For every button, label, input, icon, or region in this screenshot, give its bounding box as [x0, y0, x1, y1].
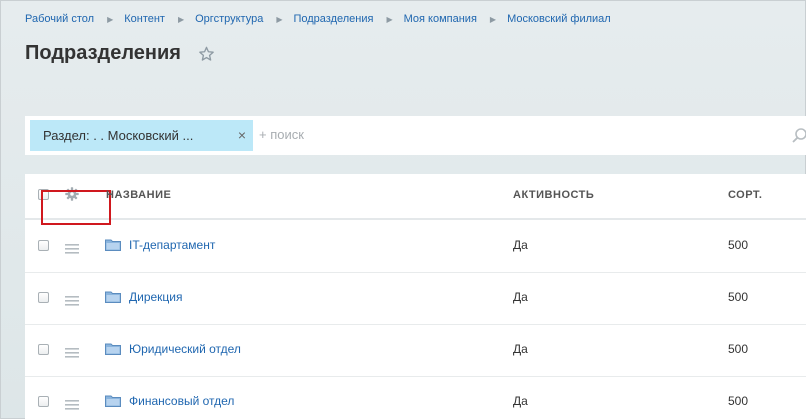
- filter-chip-label: Раздел: . . Московский ...: [43, 128, 194, 143]
- close-icon[interactable]: ×: [238, 128, 246, 142]
- sections-table: НАЗВАНИЕ АКТИВНОСТЬ СОРТ. IT-департамент…: [25, 174, 806, 419]
- breadcrumb-separator-icon: ▶: [386, 14, 393, 24]
- sort-cell: 500: [728, 290, 749, 304]
- breadcrumb: Рабочий стол ▶ Контент ▶ Оргструктура ▶ …: [25, 13, 611, 25]
- table-row[interactable]: IT-департамент Да 500: [25, 220, 806, 273]
- breadcrumb-separator-icon: ▶: [489, 14, 497, 24]
- table-header-row: НАЗВАНИЕ АКТИВНОСТЬ СОРТ.: [25, 174, 806, 225]
- folder-icon: [105, 238, 121, 256]
- section-name-link[interactable]: IT-департамент: [129, 238, 215, 252]
- row-checkbox[interactable]: [38, 240, 49, 251]
- breadcrumb-separator-icon: ▶: [276, 14, 283, 24]
- active-cell: Да: [513, 290, 528, 304]
- column-header-active[interactable]: АКТИВНОСТЬ: [513, 189, 594, 201]
- column-header-sort[interactable]: СОРТ.: [728, 189, 762, 201]
- row-checkbox[interactable]: [38, 292, 49, 303]
- section-name-link[interactable]: Дирекция: [129, 290, 183, 304]
- search-input[interactable]: + поиск: [259, 127, 304, 142]
- section-name-link[interactable]: Финансовый отдел: [129, 394, 234, 408]
- table-row[interactable]: Финансовый отдел Да 500: [25, 376, 806, 419]
- gear-icon[interactable]: [41, 187, 111, 225]
- folder-icon: [105, 394, 121, 412]
- drag-handle-icon[interactable]: [65, 293, 79, 311]
- breadcrumb-item[interactable]: Моя компания: [404, 13, 477, 25]
- drag-handle-icon[interactable]: [65, 345, 79, 363]
- active-cell: Да: [513, 394, 528, 408]
- drag-handle-icon[interactable]: [65, 397, 79, 415]
- section-name-link[interactable]: Юридический отдел: [129, 342, 241, 356]
- filter-chip-section[interactable]: Раздел: . . Московский ... ×: [30, 120, 253, 151]
- column-header-name[interactable]: НАЗВАНИЕ: [106, 189, 171, 201]
- active-cell: Да: [513, 238, 528, 252]
- breadcrumb-item[interactable]: Подразделения: [293, 13, 373, 25]
- folder-icon: [105, 290, 121, 308]
- sort-cell: 500: [728, 238, 749, 252]
- table-row[interactable]: Юридический отдел Да 500: [25, 324, 806, 377]
- breadcrumb-separator-icon: ▶: [177, 14, 185, 24]
- breadcrumb-item[interactable]: Контент: [124, 13, 165, 25]
- breadcrumb-item[interactable]: Московский филиал: [507, 13, 611, 25]
- active-cell: Да: [513, 342, 528, 356]
- drag-handle-icon[interactable]: [65, 241, 79, 259]
- sort-cell: 500: [728, 394, 749, 408]
- search-icon[interactable]: [792, 127, 806, 148]
- row-checkbox[interactable]: [38, 344, 49, 355]
- sort-cell: 500: [728, 342, 749, 356]
- breadcrumb-item[interactable]: Оргструктура: [195, 13, 263, 25]
- star-outline-icon[interactable]: [198, 46, 215, 62]
- breadcrumb-item[interactable]: Рабочий стол: [25, 13, 94, 25]
- folder-icon: [105, 342, 121, 360]
- row-checkbox[interactable]: [38, 396, 49, 407]
- table-row[interactable]: Дирекция Да 500: [25, 272, 806, 325]
- title-row: Подразделения: [25, 42, 215, 65]
- page-title: Подразделения: [25, 42, 181, 64]
- breadcrumb-separator-icon: ▶: [107, 14, 114, 24]
- filter-bar: Раздел: . . Московский ... × + поиск: [25, 116, 806, 155]
